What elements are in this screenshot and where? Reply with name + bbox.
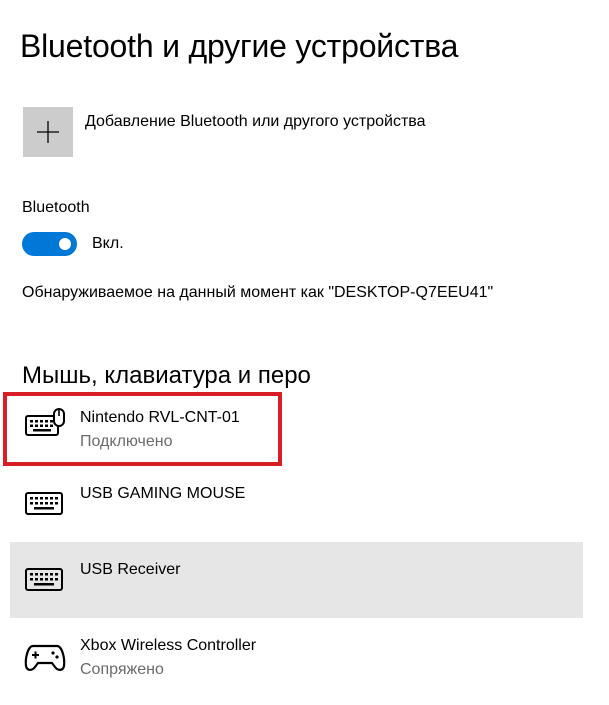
keyboard-mouse-icon [25,408,65,436]
device-item-usb-gaming-mouse[interactable]: USB GAMING MOUSE [10,470,583,546]
bluetooth-label: Bluetooth [22,199,90,216]
add-device-tile[interactable] [23,107,73,157]
bluetooth-toggle-row: Вкл. [22,232,124,256]
page-title: Bluetooth и другие устройства [20,28,459,64]
gamepad-icon [24,644,66,671]
keyboard-icon [25,568,63,591]
device-item-usb-receiver[interactable]: USB Receiver [10,542,583,618]
device-item-xbox-controller[interactable]: Xbox Wireless Controller Сопряжено [10,622,583,698]
section-heading-mouse-keyboard-pen: Мышь, клавиатура и перо [22,362,311,389]
bluetooth-toggle[interactable] [22,232,77,256]
toggle-knob [59,238,71,250]
device-name: Xbox Wireless Controller [80,637,257,654]
bluetooth-toggle-state: Вкл. [92,235,124,252]
keyboard-icon [25,492,63,515]
add-device-button[interactable]: Добавление Bluetooth или другого устройс… [23,107,426,157]
device-status: Сопряжено [80,661,164,678]
plus-icon [37,121,59,143]
device-name: USB GAMING MOUSE [80,485,246,502]
discoverable-text: Обнаруживаемое на данный момент как "DES… [22,284,494,301]
device-name: USB Receiver [80,561,181,578]
device-status: Подключено [80,433,173,450]
device-name: Nintendo RVL-CNT-01 [80,409,240,426]
device-item-nintendo[interactable]: Nintendo RVL-CNT-01 Подключено [10,394,583,470]
add-device-label: Добавление Bluetooth или другого устройс… [85,113,426,130]
